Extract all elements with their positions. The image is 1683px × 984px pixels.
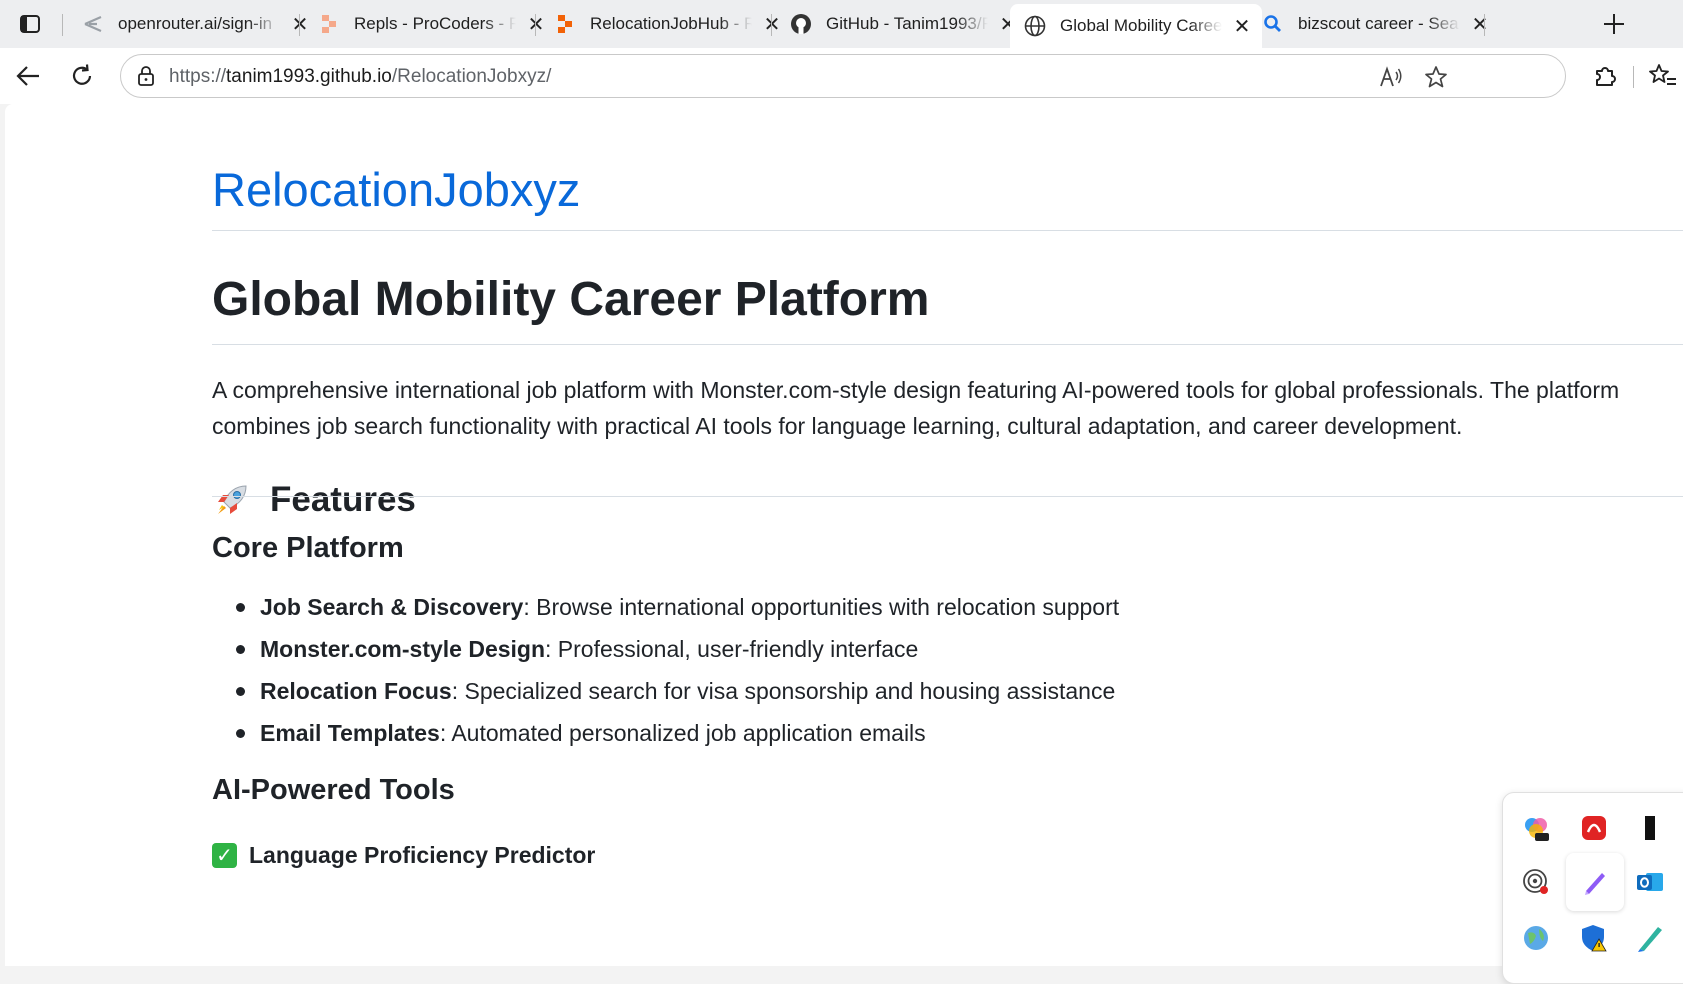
globe-app-icon[interactable]: [1519, 921, 1553, 955]
core-platform-heading: Core Platform: [212, 532, 404, 564]
tab-global-mobility[interactable]: Global Mobility Career Platform ✕: [1010, 4, 1262, 48]
replit-icon: [318, 13, 340, 35]
address-bar[interactable]: https://tanim1993.github.io/RelocationJo…: [120, 54, 1566, 98]
feature-desc: : Browse international opportunities wit…: [523, 594, 1120, 620]
features-divider: [212, 496, 1683, 497]
tab-title: RelocationJobHub - Replit: [590, 14, 752, 33]
pen-icon[interactable]: [1566, 853, 1624, 911]
tab-relocationjobhub[interactable]: RelocationJobHub - Replit ✕: [540, 4, 792, 44]
search-icon: [1262, 13, 1284, 35]
tab-separator: [62, 14, 63, 36]
favorites-list-icon: [1649, 64, 1676, 85]
tab-separator: [771, 14, 772, 36]
list-item: Monster.com-style Design: Professional, …: [212, 628, 1119, 670]
toolbar-separator: [1633, 66, 1634, 88]
sidebar-apps-panel: [1502, 792, 1683, 984]
feature-desc: : Professional, user-friendly interface: [545, 636, 919, 662]
page-viewport: RelocationJobxyz Global Mobility Career …: [5, 104, 1683, 966]
feature-term: Job Search & Discovery: [260, 594, 524, 620]
tab-replit-procoders[interactable]: Repls - ProCoders - Replit ✕: [304, 4, 556, 44]
tab-openrouter[interactable]: openrouter.ai/sign-in ✕: [68, 4, 320, 44]
tab-bizscout-search[interactable]: bizscout career - Search ✕: [1248, 4, 1500, 44]
feature-term: Email Templates: [260, 720, 440, 746]
refresh-button[interactable]: [64, 58, 100, 94]
github-icon: [790, 13, 812, 35]
plus-icon: [1604, 14, 1624, 34]
favorites-button[interactable]: [1645, 58, 1681, 94]
bullet: [236, 687, 245, 696]
list-item: Job Search & Discovery: Browse internati…: [212, 586, 1119, 628]
outlook-icon[interactable]: [1633, 865, 1667, 899]
tab-title: Global Mobility Career Platform: [1060, 16, 1222, 35]
back-arrow-icon: [16, 66, 39, 86]
globe-icon: [1024, 15, 1046, 37]
site-title-link[interactable]: RelocationJobxyz: [212, 162, 580, 217]
feature-desc: : Specialized search for visa sponsorshi…: [451, 678, 1116, 704]
bullet: [236, 645, 245, 654]
new-tab-button[interactable]: [1596, 8, 1632, 40]
back-button[interactable]: [10, 58, 46, 94]
pdf-icon[interactable]: [1577, 811, 1611, 845]
rocket-icon: [218, 485, 247, 514]
browser-toolbar: https://tanim1993.github.io/RelocationJo…: [0, 48, 1683, 104]
close-icon[interactable]: ✕: [1468, 12, 1492, 36]
tab-github[interactable]: GitHub - Tanim1993/RelocationJobxyz ✕: [776, 4, 1028, 44]
shield-warning-icon[interactable]: [1577, 921, 1611, 955]
replit-icon: [554, 13, 576, 35]
bullet: [236, 603, 245, 612]
puzzle-icon: [1596, 67, 1616, 86]
lock-icon[interactable]: [135, 65, 157, 87]
bullet: [236, 729, 245, 738]
extensions-button[interactable]: [1587, 58, 1623, 94]
ai-tool-item: ✓ Language Proficiency Predictor: [212, 842, 595, 869]
openrouter-icon: [82, 13, 104, 35]
title-divider: [212, 344, 1683, 345]
intro-paragraph: A comprehensive international job platfo…: [212, 377, 1620, 439]
feature-desc: : Automated personalized job application…: [439, 720, 926, 746]
features-heading-text: Features: [270, 480, 416, 519]
feature-term: Monster.com-style Design: [260, 636, 546, 662]
list-item: Relocation Focus: Specialized search for…: [212, 670, 1119, 712]
tab-strip: openrouter.ai/sign-in ✕ Repls - ProCoder…: [0, 0, 1683, 48]
tab-title: Repls - ProCoders - Replit: [354, 14, 516, 33]
url-text[interactable]: https://tanim1993.github.io/RelocationJo…: [169, 66, 551, 88]
tab-separator: [299, 14, 300, 36]
list-item: Email Templates: Automated personalized …: [212, 712, 1119, 754]
m365-icon[interactable]: [1519, 811, 1553, 845]
features-heading: Features: [212, 480, 416, 520]
tab-title: GitHub - Tanim1993/RelocationJobxyz: [826, 14, 988, 33]
feature-term: Relocation Focus: [260, 678, 452, 704]
favorite-star-icon[interactable]: [1423, 65, 1449, 89]
podcast-icon[interactable]: [1519, 865, 1553, 899]
tab-title: openrouter.ai/sign-in: [118, 14, 273, 33]
tab-actions-icon: [20, 15, 40, 33]
header-divider: [212, 230, 1683, 231]
tab-title: bizscout career - Search: [1298, 14, 1460, 33]
ai-tool-title: Language Proficiency Predictor: [249, 842, 596, 868]
tab-separator: [535, 14, 536, 36]
pencil-icon[interactable]: [1633, 921, 1667, 955]
refresh-icon: [72, 64, 92, 85]
black-bar-icon[interactable]: [1633, 811, 1667, 845]
read-aloud-icon[interactable]: [1378, 65, 1404, 89]
ai-tools-heading: AI-Powered Tools: [212, 774, 455, 806]
core-feature-list: Job Search & Discovery: Browse internati…: [212, 586, 1119, 754]
check-mark-icon: ✓: [212, 843, 237, 868]
page-title: Global Mobility Career Platform: [212, 273, 930, 326]
tab-separator: [1484, 14, 1485, 36]
tab-actions-button[interactable]: [10, 8, 50, 40]
